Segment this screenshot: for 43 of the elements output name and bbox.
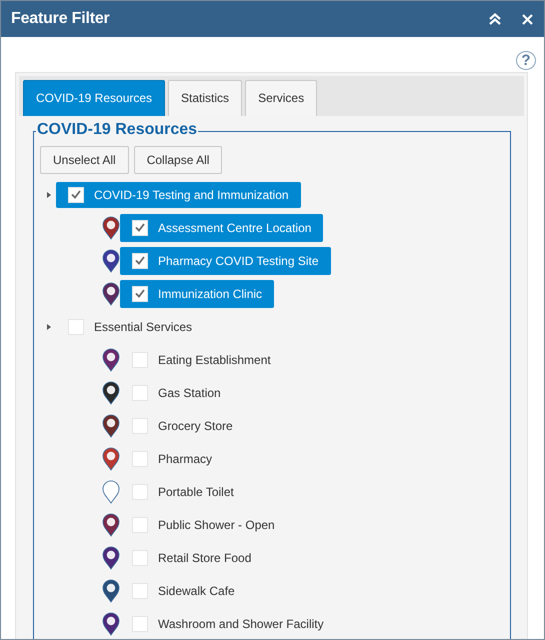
- tree-item[interactable]: Essential Services: [56, 314, 204, 340]
- checkbox[interactable]: [132, 484, 148, 500]
- check-icon: [71, 190, 81, 199]
- tree-item[interactable]: Portable Toilet: [120, 478, 246, 506]
- checkbox[interactable]: [132, 252, 148, 268]
- tree-item[interactable]: Pharmacy: [120, 444, 224, 472]
- check-icon: [135, 223, 145, 232]
- checkbox[interactable]: [132, 286, 148, 302]
- tab[interactable]: COVID-19 Resources: [23, 80, 166, 116]
- collapse-icon[interactable]: [488, 13, 502, 25]
- toolbar-button[interactable]: Unselect All: [40, 146, 129, 174]
- checkbox[interactable]: [132, 220, 148, 236]
- tree-item[interactable]: Eating Establishment: [120, 346, 283, 374]
- checkbox[interactable]: [68, 318, 84, 334]
- window-title: Feature Filter: [11, 9, 111, 29]
- close-icon[interactable]: [522, 14, 533, 24]
- checkbox[interactable]: [132, 582, 148, 598]
- tree-item[interactable]: Pharmacy COVID Testing Site: [120, 246, 331, 274]
- checkbox[interactable]: [132, 418, 148, 434]
- tree-item[interactable]: COVID-19 Testing and Immunization: [56, 182, 301, 208]
- tree-item[interactable]: Immunization Clinic: [120, 280, 274, 308]
- check-icon: [135, 289, 145, 298]
- checkbox[interactable]: [132, 550, 148, 566]
- checkbox[interactable]: [68, 186, 84, 202]
- checkbox[interactable]: [132, 352, 148, 368]
- tree-item[interactable]: Washroom and Shower Facility: [120, 610, 336, 638]
- tree-item[interactable]: Gas Station: [120, 378, 233, 406]
- tab[interactable]: Services: [245, 80, 318, 116]
- tree-item[interactable]: Grocery Store: [120, 412, 245, 440]
- caret-icon[interactable]: [45, 322, 53, 330]
- checkbox[interactable]: [132, 384, 148, 400]
- tree-item[interactable]: Assessment Centre Location: [120, 214, 324, 242]
- checkbox[interactable]: [132, 516, 148, 532]
- tree-item[interactable]: Retail Store Food: [120, 544, 264, 572]
- tree-item[interactable]: Public Shower - Open: [120, 510, 287, 538]
- checkbox[interactable]: [132, 450, 148, 466]
- checkbox[interactable]: [132, 616, 148, 632]
- tab[interactable]: Statistics: [168, 80, 242, 116]
- check-icon: [135, 256, 145, 265]
- caret-icon[interactable]: [45, 190, 53, 198]
- toolbar-button[interactable]: Collapse All: [134, 146, 222, 174]
- tree-item[interactable]: Sidewalk Cafe: [120, 576, 247, 604]
- help-icon[interactable]: ?: [516, 51, 536, 70]
